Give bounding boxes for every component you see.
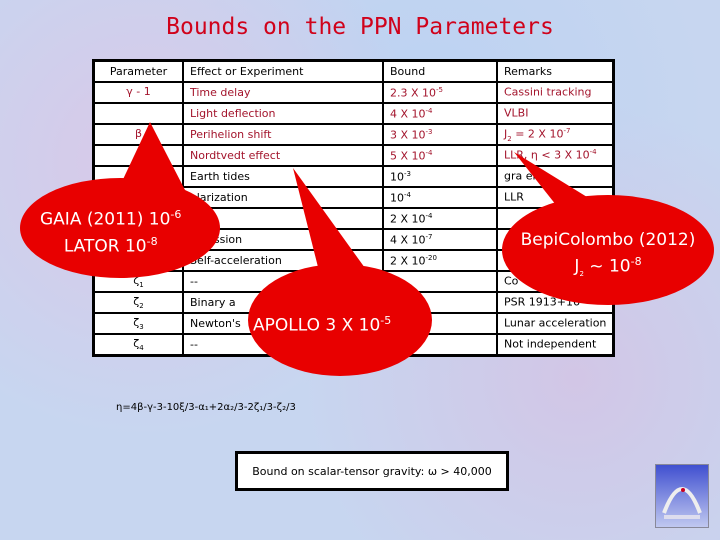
gaia-callout-text: GAIA (2011) 10-6 LATOR 10-8 — [40, 208, 182, 257]
apollo-callout-tail — [293, 168, 370, 275]
apollo-callout-text: APOLLO 3 X 10-5 — [253, 314, 392, 336]
bepi-callout-text: BepiColombo (2012) J2 ~ 10-8 — [520, 230, 696, 279]
